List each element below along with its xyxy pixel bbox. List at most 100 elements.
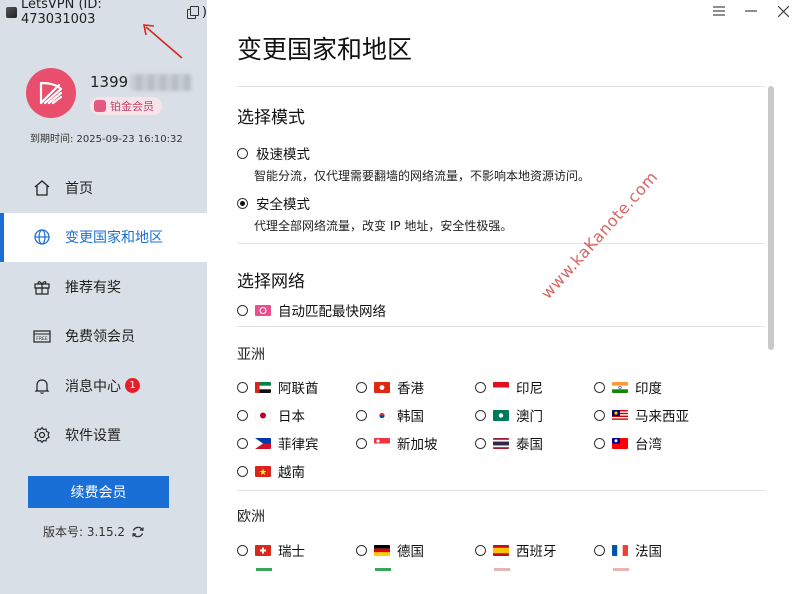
country-option-kr[interactable]: 韩国	[356, 405, 424, 425]
radio-button-checked[interactable]	[237, 197, 248, 209]
crown-icon	[94, 100, 106, 112]
es-flag-icon	[493, 544, 509, 556]
divider	[237, 243, 765, 244]
vn-flag-icon	[255, 465, 271, 477]
ph-flag-icon	[255, 437, 271, 449]
radio-button[interactable]	[356, 544, 367, 556]
radio-button[interactable]	[356, 437, 367, 449]
bell-icon	[33, 377, 51, 395]
jp-flag-icon	[255, 409, 271, 421]
country-label: 台湾	[635, 437, 662, 453]
mode-option-fast[interactable]: 极速模式	[237, 143, 310, 163]
country-option-mo[interactable]: 澳门	[475, 405, 543, 425]
mo-flag-icon	[493, 409, 509, 421]
country-label: 西班牙	[516, 544, 557, 560]
user-phone: 1399	[90, 73, 193, 91]
fr-flag-icon	[612, 544, 628, 556]
de-flag-icon	[374, 544, 390, 556]
country-option-ch[interactable]: 瑞士	[237, 540, 305, 560]
country-option-vn[interactable]: 越南	[237, 461, 305, 481]
country-label: 瑞士	[278, 544, 305, 560]
country-option-de[interactable]: 德国	[356, 540, 424, 560]
country-option-tw[interactable]: 台湾	[594, 433, 662, 453]
user-profile: 1399 铂金会员	[26, 68, 193, 118]
free-ticket-icon: FREE	[33, 327, 51, 345]
sidebar-item-change-region[interactable]: 变更国家和地区	[0, 212, 207, 262]
radio-button[interactable]	[237, 381, 248, 393]
radio-button[interactable]	[475, 409, 486, 421]
mode-option-desc: 智能分流，仅代理需要翻墙的网络流量，不影响本地资源访问。	[254, 169, 591, 183]
tw-flag-icon	[612, 437, 628, 449]
network-option-auto[interactable]: 自动匹配最快网络	[237, 300, 386, 320]
network-option-label: 自动匹配最快网络	[278, 304, 386, 320]
radio-button[interactable]	[475, 437, 486, 449]
country-label: 香港	[397, 381, 424, 397]
radio-button[interactable]	[237, 544, 248, 556]
country-label: 日本	[278, 409, 305, 425]
radio-button[interactable]	[237, 147, 248, 159]
clipped-flag-icon	[494, 568, 510, 571]
sidebar-item-home[interactable]: 首页	[0, 163, 207, 213]
country-option-id[interactable]: 印尼	[475, 377, 543, 397]
country-option-fr[interactable]: 法国	[594, 540, 662, 560]
radio-button[interactable]	[475, 381, 486, 393]
app-titlebar: LetsVPN (ID: 473031003 )	[6, 0, 207, 27]
sidebar-item-label: 推荐有奖	[65, 279, 121, 296]
radio-button[interactable]	[475, 544, 486, 556]
sidebar-item-settings[interactable]: 软件设置	[0, 411, 207, 461]
radio-button[interactable]	[356, 381, 367, 393]
radio-button[interactable]	[594, 381, 605, 393]
country-label: 马来西亚	[635, 409, 689, 425]
globe-icon	[33, 228, 51, 246]
network-section-title: 选择网络	[237, 272, 305, 292]
sidebar-item-messages[interactable]: 消息中心 1	[0, 361, 207, 411]
my-flag-icon	[612, 409, 628, 421]
uae-flag-icon	[255, 381, 271, 393]
radio-button[interactable]	[356, 409, 367, 421]
country-option-sg[interactable]: 新加坡	[356, 433, 438, 453]
avatar	[26, 68, 76, 118]
country-option-jp[interactable]: 日本	[237, 405, 305, 425]
country-option-in[interactable]: 印度	[594, 377, 662, 397]
copy-icon[interactable]	[186, 6, 199, 19]
radio-button[interactable]	[237, 465, 248, 477]
radio-button[interactable]	[237, 409, 248, 421]
renew-membership-button[interactable]: 续费会员	[28, 476, 169, 508]
radio-button[interactable]	[594, 544, 605, 556]
watermark: www.kaKanote.com	[537, 167, 662, 303]
gear-icon	[33, 426, 51, 444]
refresh-icon[interactable]	[131, 525, 145, 539]
mode-section-title: 选择模式	[237, 108, 305, 128]
divider	[237, 326, 765, 327]
mode-option-secure[interactable]: 安全模式	[237, 193, 310, 213]
country-label: 越南	[278, 465, 305, 481]
country-option-uae[interactable]: 阿联酋	[237, 377, 319, 397]
radio-button[interactable]	[237, 304, 248, 316]
annotation-arrow-icon	[143, 24, 183, 59]
country-label: 澳门	[516, 409, 543, 425]
membership-badge: 铂金会员	[90, 97, 162, 115]
country-option-ph[interactable]: 菲律宾	[237, 433, 319, 453]
sidebar-nav: 首页 变更国家和地区 推荐有奖 FREE 免费领会员 消息中心 1 软件设置	[0, 163, 207, 460]
country-option-my[interactable]: 马来西亚	[594, 405, 689, 425]
region-label-europe: 欧洲	[237, 509, 265, 525]
id-flag-icon	[493, 381, 509, 393]
country-option-hk[interactable]: 香港	[356, 377, 424, 397]
sidebar-item-free-membership[interactable]: FREE 免费领会员	[0, 312, 207, 362]
gift-icon	[33, 278, 51, 296]
country-option-th[interactable]: 泰国	[475, 433, 543, 453]
clipped-flag-icon	[256, 568, 272, 571]
auto-network-icon	[255, 304, 271, 316]
radio-button[interactable]	[594, 409, 605, 421]
mode-option-desc: 代理全部网络流量，改变 IP 地址，安全性极强。	[254, 219, 513, 233]
sidebar-item-referral[interactable]: 推荐有奖	[0, 262, 207, 312]
radio-button[interactable]	[237, 437, 248, 449]
scrollbar[interactable]	[768, 86, 774, 350]
letsvpn-logo-icon	[39, 81, 63, 105]
country-option-es[interactable]: 西班牙	[475, 540, 557, 560]
country-label: 韩国	[397, 409, 424, 425]
phone-mask	[130, 73, 193, 91]
country-label: 阿联酋	[278, 381, 319, 397]
radio-button[interactable]	[594, 437, 605, 449]
unread-badge: 1	[125, 378, 140, 394]
